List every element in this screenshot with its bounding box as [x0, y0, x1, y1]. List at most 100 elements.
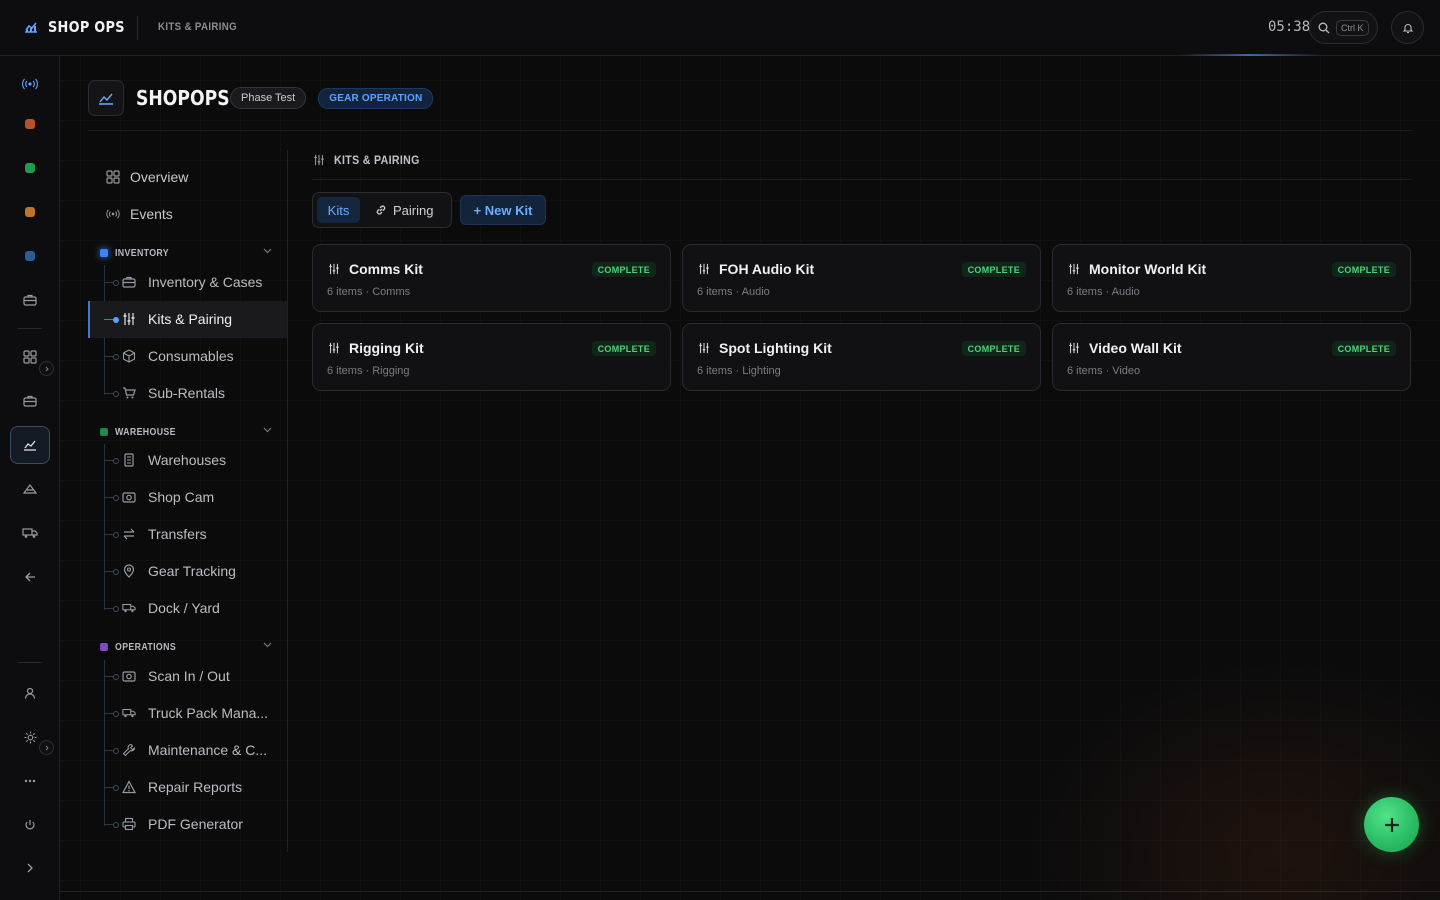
power-icon — [25, 820, 35, 830]
nav-kits-pairing[interactable]: Kits & Pairing — [88, 301, 287, 338]
nav-scan-in-out[interactable]: Scan In / Out — [88, 658, 287, 695]
tree-connector — [104, 532, 119, 538]
blue-dot-icon — [25, 251, 35, 261]
nav-transfers[interactable]: Transfers — [88, 516, 287, 553]
rail-shopops[interactable] — [10, 426, 50, 464]
back-arrow-icon — [25, 572, 35, 582]
group-warehouse-header[interactable]: WAREHOUSE — [100, 424, 272, 440]
search-shortcut: Ctrl K — [1336, 19, 1369, 36]
rail-expand-badge[interactable] — [39, 740, 54, 755]
nav-item-label: Truck Pack Mana... — [148, 705, 269, 721]
tree-connector — [104, 748, 119, 754]
kit-name: Video Wall Kit — [1089, 340, 1182, 356]
notifications-button[interactable] — [1391, 11, 1424, 44]
sliders-icon — [1069, 342, 1079, 354]
operations-dot-icon — [100, 643, 108, 651]
nav-truck-pack[interactable]: Truck Pack Mana... — [88, 695, 287, 732]
rail-collapse-toggle[interactable] — [10, 849, 50, 887]
kit-name: Comms Kit — [349, 261, 423, 277]
tab-pairing-label: Pairing — [393, 202, 434, 218]
status-badge: COMPLETE — [961, 341, 1026, 356]
kit-card[interactable]: Comms Kit 6 items · Comms COMPLETE — [312, 244, 671, 312]
tab-kits[interactable]: Kits — [317, 197, 360, 223]
nav-pdf-generator[interactable]: PDF Generator — [88, 806, 287, 843]
sliders-icon — [314, 154, 324, 166]
nav-events[interactable]: Events — [106, 206, 173, 222]
wrench-icon — [122, 743, 136, 757]
kit-card[interactable]: FOH Audio Kit 6 items · Audio COMPLETE — [682, 244, 1041, 312]
rail-more[interactable] — [10, 762, 50, 800]
sliders-icon — [1069, 263, 1079, 275]
add-fab-button[interactable] — [1364, 797, 1419, 852]
nav-shop-cam[interactable]: Shop Cam — [88, 479, 287, 516]
section-title-text: KITS & PAIRING — [334, 153, 420, 167]
location-pin-icon — [123, 564, 135, 578]
nav-overview-label: Overview — [130, 169, 189, 185]
rail-divider — [18, 328, 42, 329]
brand[interactable]: SHOP OPS — [24, 18, 137, 36]
chevron-right-icon — [45, 745, 49, 750]
nav-dock-yard[interactable]: Dock / Yard — [88, 590, 287, 627]
section-title: KITS & PAIRING — [313, 153, 431, 167]
nav-gear-tracking[interactable]: Gear Tracking — [88, 553, 287, 590]
tab-pairing[interactable]: Pairing — [375, 197, 433, 223]
tree-connector — [104, 317, 119, 323]
nav-inventory-cases[interactable]: Inventory & Cases — [88, 264, 287, 301]
tree-connector — [104, 495, 119, 501]
tree-connector — [104, 569, 119, 575]
nav-item-label: Shop Cam — [148, 489, 215, 505]
rail-inventory[interactable] — [10, 382, 50, 420]
chevron-right-icon — [27, 863, 33, 873]
broadcast-icon — [106, 209, 120, 219]
rail-status-green[interactable] — [10, 149, 50, 187]
status-badge: COMPLETE — [1331, 262, 1396, 277]
nav-warehouses[interactable]: Warehouses — [88, 442, 287, 479]
nav-repair-reports[interactable]: Repair Reports — [88, 769, 287, 806]
kit-card[interactable]: Rigging Kit 6 items · Rigging COMPLETE — [312, 323, 671, 391]
kit-meta: 6 items · Audio — [1067, 286, 1140, 298]
cart-icon — [123, 387, 136, 399]
nav-sub-rentals[interactable]: Sub-Rentals — [88, 375, 287, 412]
rail-status-amber[interactable] — [10, 193, 50, 231]
rail-logistics[interactable] — [10, 514, 50, 552]
inventory-dot-icon — [100, 249, 108, 257]
rail-profile[interactable] — [10, 674, 50, 712]
sliders-icon — [123, 313, 135, 325]
rail-venues[interactable] — [10, 470, 50, 508]
rail-back[interactable] — [10, 558, 50, 596]
brand-name: SHOP OPS — [48, 18, 125, 36]
kit-card[interactable]: Video Wall Kit 6 items · Video COMPLETE — [1052, 323, 1411, 391]
kit-card[interactable]: Monitor World Kit 6 items · Audio COMPLE… — [1052, 244, 1411, 312]
nav-item-label: Sub-Rentals — [148, 385, 226, 401]
kit-meta: 6 items · Audio — [697, 286, 770, 298]
section-nav: Overview Events INVENTORY Inventory & Ca… — [88, 150, 288, 852]
truck-icon — [122, 708, 136, 718]
status-badge: COMPLETE — [961, 262, 1026, 277]
new-kit-button[interactable]: + New Kit — [460, 195, 546, 225]
nav-overview[interactable]: Overview — [106, 169, 188, 185]
tree-connector — [104, 606, 119, 612]
rail-status-blue[interactable] — [10, 237, 50, 275]
rail-cases[interactable] — [10, 281, 50, 319]
rail-status-orange[interactable] — [10, 105, 50, 143]
group-operations-header[interactable]: OPERATIONS — [100, 639, 272, 655]
search-button[interactable]: Ctrl K — [1309, 11, 1378, 44]
briefcase-icon — [23, 294, 37, 306]
rail-logout[interactable] — [10, 806, 50, 844]
group-inventory-header[interactable]: INVENTORY — [100, 245, 272, 261]
divider — [137, 16, 138, 40]
chevron-right-icon — [45, 366, 49, 371]
tree-connector — [104, 280, 119, 286]
sliders-icon — [329, 263, 339, 275]
accent-glow — [1180, 54, 1320, 56]
kit-card[interactable]: Spot Lighting Kit 6 items · Lighting COM… — [682, 323, 1041, 391]
nav-maintenance[interactable]: Maintenance & C... — [88, 732, 287, 769]
chevron-down-icon — [263, 248, 272, 254]
nav-consumables[interactable]: Consumables — [88, 338, 287, 375]
orange-dot-icon — [25, 119, 35, 129]
rail-broadcast[interactable] — [10, 65, 50, 103]
more-icon — [24, 779, 36, 783]
grid-icon — [106, 170, 120, 184]
phase-chip[interactable]: Phase Test — [230, 87, 307, 109]
rail-expand-badge[interactable] — [39, 361, 54, 376]
